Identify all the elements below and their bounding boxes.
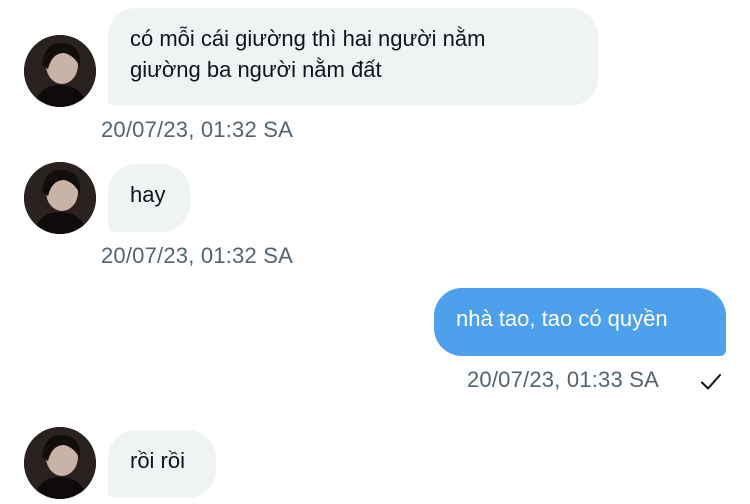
- message-text: rồi rồi: [130, 448, 186, 473]
- message-text-line: có mỗi cái giường thì hai người nằm: [130, 26, 486, 51]
- message-timestamp: 20/07/23, 01:32 SA: [101, 243, 293, 268]
- message-text-line: giường ba người nằm đất: [130, 57, 382, 82]
- message-bubble-outgoing[interactable]: nhà tao, tao có quyền: [434, 288, 726, 356]
- message-bubble-incoming[interactable]: hay: [108, 164, 190, 232]
- avatar-image: [24, 427, 96, 499]
- sender-avatar[interactable]: [24, 427, 96, 499]
- message-timestamp: 20/07/23, 01:33 SA: [467, 367, 659, 392]
- sender-avatar[interactable]: [24, 35, 96, 107]
- message-text: hay: [130, 182, 166, 207]
- message-text: nhà tao, tao có quyền: [456, 306, 668, 331]
- avatar-image: [24, 35, 96, 107]
- message-timestamp: 20/07/23, 01:32 SA: [101, 117, 293, 142]
- message-bubble-incoming[interactable]: có mỗi cái giường thì hai người nằm giườ…: [108, 8, 598, 106]
- sender-avatar[interactable]: [24, 162, 96, 234]
- message-bubble-incoming[interactable]: rồi rồi: [108, 430, 216, 498]
- check-icon: [701, 374, 721, 390]
- avatar-image: [24, 162, 96, 234]
